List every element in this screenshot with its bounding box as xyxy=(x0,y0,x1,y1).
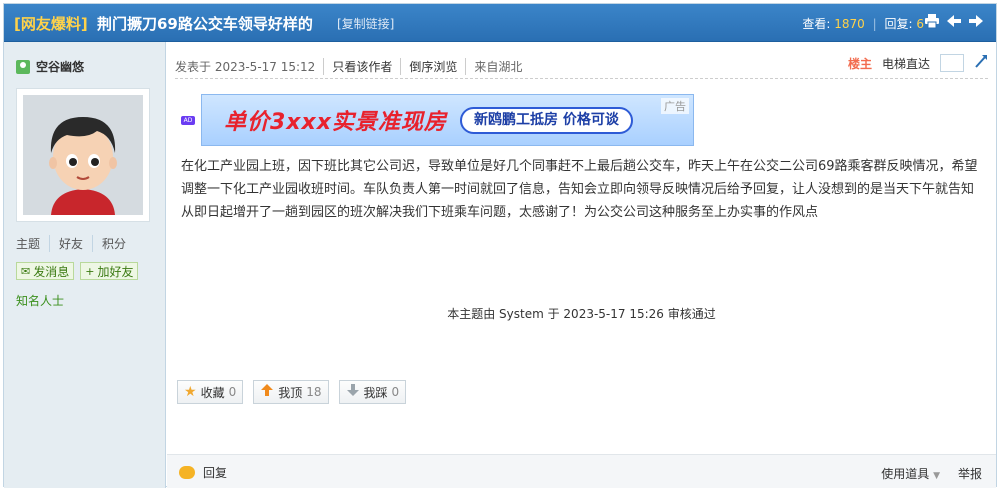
next-arrow-icon[interactable] xyxy=(968,13,984,29)
send-message-label: 发消息 xyxy=(33,264,70,279)
ad-banner[interactable]: 单价3xxx实景准现房 新鸥鹏工抵房 价格可谈 广告 xyxy=(201,94,694,146)
add-friend-label: 加好友 xyxy=(97,264,134,279)
elevator-label: 电梯直达 xyxy=(881,56,930,71)
ad-headline: 单价3xxx实景准现房 xyxy=(224,110,447,135)
star-icon: ★ xyxy=(184,384,197,400)
footer-actions: 使用道具 ▼ 举报 xyxy=(881,465,982,482)
prev-arrow-icon[interactable] xyxy=(946,13,962,29)
use-tools-button[interactable]: 使用道具 ▼ xyxy=(881,465,940,482)
favorite-button[interactable]: ★ 收藏 0 xyxy=(177,380,244,404)
author-actions: ✉ 发消息 + 加好友 xyxy=(16,262,139,280)
author-sidebar: 空谷幽悠 主题 好友 积分 ✉ 发消息 + 加好友 知名人士 xyxy=(4,42,166,488)
reply-label: 回复 xyxy=(203,466,228,480)
avatar[interactable] xyxy=(16,88,150,222)
upvote-button[interactable]: 我顶 18 xyxy=(253,380,329,404)
reply-button[interactable]: 回复 xyxy=(179,464,227,481)
go-floor-icon[interactable] xyxy=(974,54,988,72)
author-name[interactable]: 空谷幽悠 xyxy=(36,58,84,75)
downvote-label: 我踩 xyxy=(363,385,388,400)
reverse-order-link[interactable]: 倒序浏览 xyxy=(400,58,465,75)
post-meta: 发表于 2023-5-17 15:12 只看该作者 倒序浏览 来自湖北 xyxy=(175,58,530,75)
ad-label: 广告 xyxy=(661,98,689,114)
envelope-icon: ✉ xyxy=(21,264,31,278)
upvote-label: 我顶 xyxy=(278,385,303,400)
audit-notice: 本主题由 System 于 2023-5-17 15:26 审核通过 xyxy=(447,307,716,321)
floor-controls: 楼主 电梯直达 xyxy=(848,54,988,72)
print-icon[interactable] xyxy=(924,13,940,29)
views-label: 查看: xyxy=(802,17,831,31)
author-rank[interactable]: 知名人士 xyxy=(16,292,64,309)
floor-input[interactable] xyxy=(940,54,964,72)
ad-area: AD 单价3xxx实景准现房 新鸥鹏工抵房 价格可谈 广告 xyxy=(181,94,694,146)
thread-stats: 查看: 1870 | 回复: 6 xyxy=(802,15,924,32)
copy-link-button[interactable]: [复制链接] xyxy=(337,15,394,32)
ad-pill-text: 新鸥鹏工抵房 价格可谈 xyxy=(460,107,633,134)
post-main: 发表于 2023-5-17 15:12 只看该作者 倒序浏览 来自湖北 楼主 电… xyxy=(167,42,996,488)
downvote-button[interactable]: 我踩 0 xyxy=(338,380,407,404)
only-author-link[interactable]: 只看该作者 xyxy=(323,58,400,75)
post-actions: ★ 收藏 0 我顶 18 我踩 0 xyxy=(177,380,407,404)
post-time: 发表于 2023-5-17 15:12 xyxy=(175,60,316,74)
downvote-count: 0 xyxy=(391,385,400,399)
views-count: 1870 xyxy=(834,17,865,31)
post-location: 来自湖北 xyxy=(465,58,530,75)
reply-bubble-icon xyxy=(179,466,195,479)
replies-label: 回复: xyxy=(884,17,913,31)
floor-label: 楼主 xyxy=(847,56,872,71)
post-footer: 回复 使用道具 ▼ 举报 xyxy=(167,454,996,488)
thread-title: 荆门撅刀69路公交车领导好样的 xyxy=(97,15,313,33)
stat-threads[interactable]: 主题 xyxy=(16,235,49,252)
favorite-count: 0 xyxy=(228,385,237,399)
title-icons xyxy=(924,13,984,29)
plus-icon: + xyxy=(85,264,95,278)
down-arrow-icon xyxy=(346,383,360,401)
stat-points[interactable]: 积分 xyxy=(92,235,135,252)
caret-down-icon: ▼ xyxy=(933,471,940,481)
upvote-count: 18 xyxy=(306,385,322,399)
favorite-label: 收藏 xyxy=(200,385,225,400)
stats-separator: | xyxy=(872,17,877,31)
post-content: 在化工产业园上班，因下班比其它公司迟，导致单位是好几个同事赶不上最后趟公交车，昨… xyxy=(181,159,978,220)
thread-category[interactable]: [网友爆料] xyxy=(14,13,88,34)
meta-divider xyxy=(175,78,988,79)
thread-frame: [网友爆料] 荆门撅刀69路公交车领导好样的 [复制链接] 查看: 1870 |… xyxy=(3,3,997,488)
avatar-image xyxy=(23,95,143,215)
up-arrow-icon xyxy=(260,383,274,401)
replies-count: 6 xyxy=(916,17,924,31)
add-friend-button[interactable]: + 加好友 xyxy=(80,262,139,280)
stat-friends[interactable]: 好友 xyxy=(49,235,92,252)
send-message-button[interactable]: ✉ 发消息 xyxy=(16,262,75,280)
author-stats: 主题 好友 积分 xyxy=(16,235,135,252)
thread-title-bar: [网友爆料] 荆门撅刀69路公交车领导好样的 [复制链接] 查看: 1870 |… xyxy=(4,4,996,42)
user-online-icon xyxy=(16,59,30,74)
ad-tag-icon: AD xyxy=(181,116,195,125)
report-link[interactable]: 举报 xyxy=(958,465,982,482)
author-row: 空谷幽悠 xyxy=(16,58,84,75)
use-tools-label: 使用道具 xyxy=(881,467,930,481)
